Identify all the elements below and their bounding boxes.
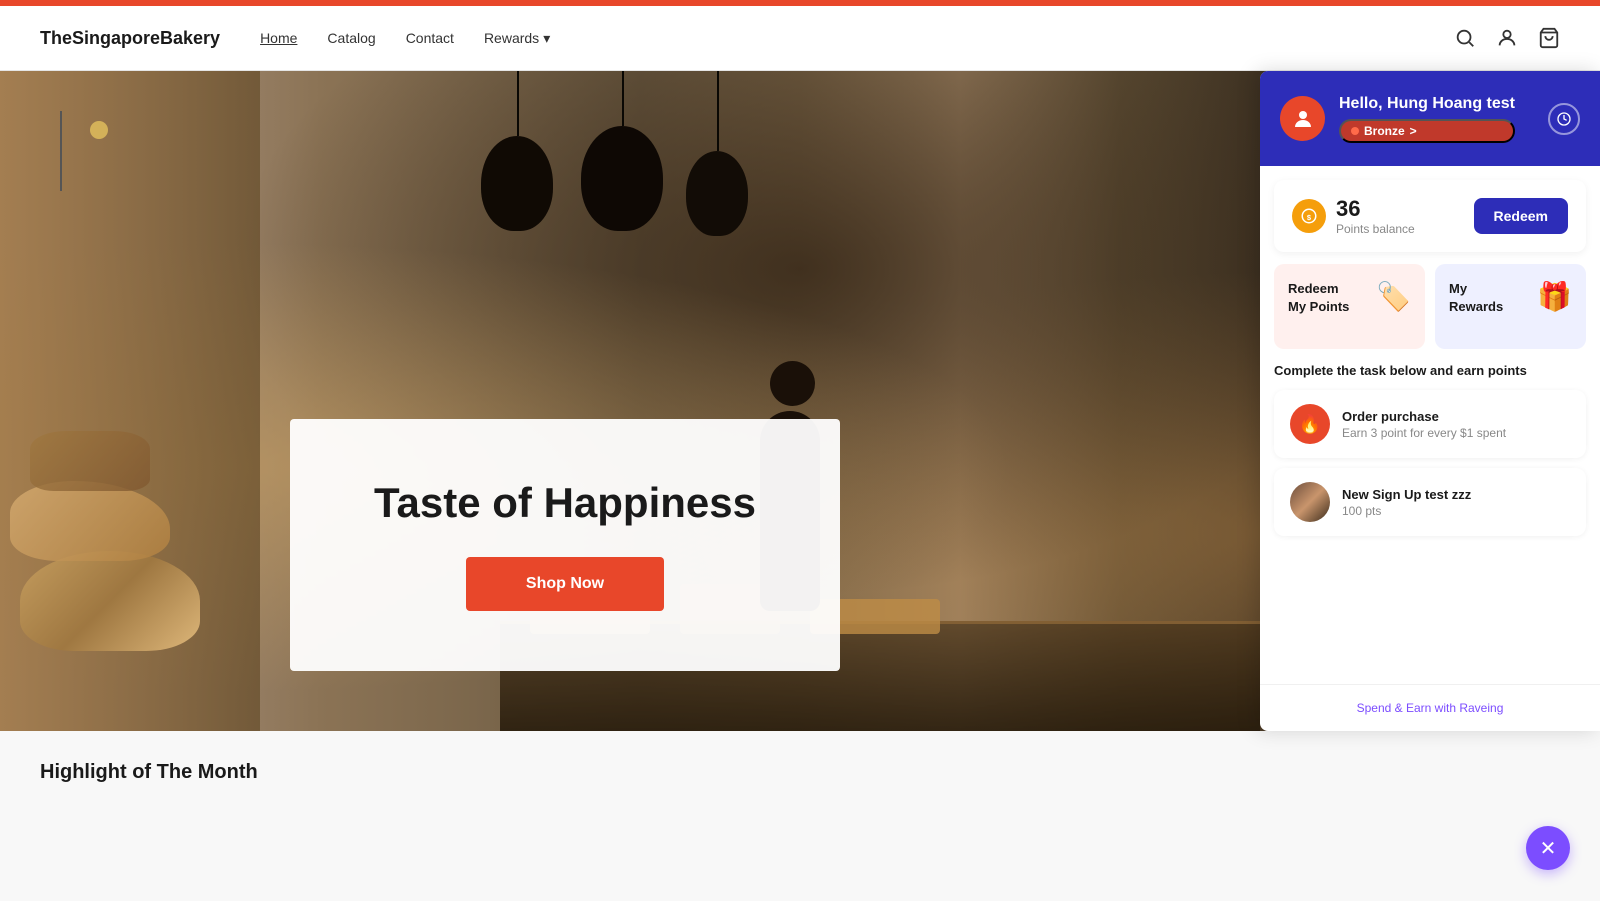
points-balance-card: $ 36 Points balance Redeem	[1274, 180, 1586, 252]
points-value: 36	[1336, 196, 1415, 222]
header-right	[1454, 27, 1560, 49]
panel-footer: Spend & Earn with Raveing	[1260, 684, 1600, 731]
task-2-desc: 100 pts	[1342, 504, 1570, 518]
nav-item-rewards[interactable]: Rewards ▾	[484, 30, 550, 47]
shop-now-button[interactable]: Shop Now	[466, 557, 664, 611]
user-avatar	[1280, 96, 1325, 141]
shelf-light-1	[60, 111, 62, 191]
task-order-purchase[interactable]: 🔥 Order purchase Earn 3 point for every …	[1274, 390, 1586, 458]
redeem-points-icon: 🏷️	[1376, 280, 1411, 313]
bronze-tier-badge[interactable]: Bronze >	[1339, 119, 1515, 143]
rewards-panel: Hello, Hung Hoang test Bronze > $	[1260, 71, 1600, 731]
lamp-cord-3	[717, 71, 719, 151]
my-rewards-text: My Rewards	[1449, 280, 1503, 316]
bread-item-1	[20, 551, 200, 651]
tasks-section: Complete the task below and earn points …	[1260, 349, 1600, 684]
points-coin-icon: $	[1292, 199, 1326, 233]
header: TheSingaporeBakery Home Catalog Contact …	[0, 6, 1600, 71]
cart-icon[interactable]	[1538, 27, 1560, 49]
panel-greeting: Hello, Hung Hoang test	[1339, 95, 1515, 113]
bread-item-3	[30, 431, 150, 491]
main-nav: Home Catalog Contact Rewards ▾	[260, 30, 550, 47]
hanging-lamp-3	[686, 151, 748, 236]
action-cards: Redeem My Points 🏷️ My Rewards 🎁	[1274, 264, 1586, 349]
account-icon[interactable]	[1496, 27, 1518, 49]
task-1-info: Order purchase Earn 3 point for every $1…	[1342, 409, 1570, 440]
task-1-name: Order purchase	[1342, 409, 1570, 424]
nav-item-contact[interactable]: Contact	[406, 30, 454, 46]
bottom-section: Highlight of The Month	[0, 731, 1600, 901]
points-label: Points balance	[1336, 222, 1415, 236]
task-2-info: New Sign Up test zzz 100 pts	[1342, 487, 1570, 518]
redeem-points-text: Redeem My Points	[1288, 280, 1349, 316]
order-purchase-icon: 🔥	[1290, 404, 1330, 444]
points-left: $ 36 Points balance	[1292, 196, 1415, 236]
nav-item-home[interactable]: Home	[260, 30, 297, 46]
hero-content-card: Taste of Happiness Shop Now	[290, 419, 840, 671]
hanging-lamp-2	[581, 126, 663, 231]
lamp-cord-1	[517, 71, 519, 136]
highlight-title: Highlight of The Month	[40, 761, 1560, 784]
nav-item-catalog[interactable]: Catalog	[327, 30, 375, 46]
panel-header: Hello, Hung Hoang test Bronze >	[1260, 71, 1600, 166]
my-rewards-card[interactable]: My Rewards 🎁	[1435, 264, 1586, 349]
hero-title: Taste of Happiness	[330, 479, 800, 527]
search-icon[interactable]	[1454, 27, 1476, 49]
lamp-cord-2	[622, 71, 624, 126]
task-1-desc: Earn 3 point for every $1 spent	[1342, 426, 1570, 440]
points-info: 36 Points balance	[1336, 196, 1415, 236]
bread-item-2	[10, 481, 170, 561]
hanging-lamp-1	[481, 136, 553, 231]
redeem-button[interactable]: Redeem	[1474, 198, 1568, 234]
brand-name: TheSingaporeBakery	[40, 28, 220, 49]
header-left: TheSingaporeBakery Home Catalog Contact …	[40, 28, 550, 49]
panel-header-left: Hello, Hung Hoang test Bronze >	[1280, 95, 1515, 143]
bulb-1	[90, 121, 108, 139]
bronze-dot	[1351, 127, 1359, 135]
signup-task-icon	[1290, 482, 1330, 522]
redeem-points-card[interactable]: Redeem My Points 🏷️	[1274, 264, 1425, 349]
user-info: Hello, Hung Hoang test Bronze >	[1339, 95, 1515, 143]
my-rewards-icon: 🎁	[1537, 280, 1572, 313]
history-button[interactable]	[1548, 103, 1580, 135]
task-2-name: New Sign Up test zzz	[1342, 487, 1570, 502]
svg-text:$: $	[1307, 213, 1312, 222]
tasks-title: Complete the task below and earn points	[1274, 363, 1586, 378]
close-rewards-button[interactable]: ✕	[1526, 826, 1570, 870]
raveing-footer-link[interactable]: Spend & Earn with Raveing	[1357, 701, 1504, 715]
chevron-down-icon: ▾	[543, 30, 550, 47]
bakery-shelf-left	[0, 71, 260, 731]
task-new-signup[interactable]: New Sign Up test zzz 100 pts	[1274, 468, 1586, 536]
